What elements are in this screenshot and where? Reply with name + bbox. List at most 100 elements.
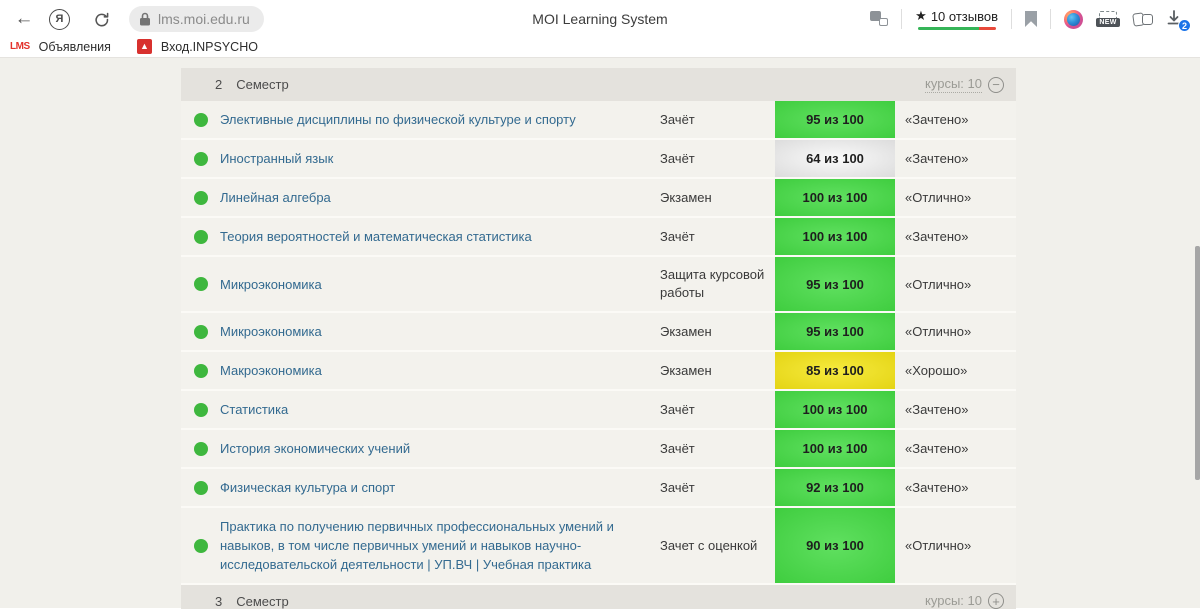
courses-count-link[interactable]: курсы: 10	[925, 593, 982, 609]
back-button[interactable]: ←	[10, 5, 38, 33]
assessment-type: Зачёт	[660, 140, 775, 177]
assessment-type: Зачёт	[660, 218, 775, 255]
status-dot-cell	[181, 391, 220, 428]
course-rows: Элективные дисциплины по физической куль…	[181, 101, 1016, 585]
green-status-icon	[194, 277, 208, 291]
green-status-icon	[194, 442, 208, 456]
status-dot-cell	[181, 469, 220, 506]
bookmark-inpsycho[interactable]: ▲ Вход.INPSYCHO	[137, 39, 258, 54]
courses-count-link[interactable]: курсы: 10	[925, 76, 982, 93]
yandex-logo-icon[interactable]: Я	[49, 9, 70, 30]
assessment-type: Зачет с оценкой	[660, 508, 775, 583]
table-row: Иностранный языкЗачёт64 из 100«Зачтено»	[181, 140, 1016, 179]
assessment-type: Зачёт	[660, 391, 775, 428]
green-status-icon	[194, 403, 208, 417]
semester-title: Семестр	[236, 77, 288, 92]
course-name-cell: Макроэкономика	[220, 352, 660, 389]
table-row: МикроэкономикаЗащита курсовой работы95 и…	[181, 257, 1016, 313]
status-dot-cell	[181, 179, 220, 216]
divider	[1011, 9, 1012, 29]
course-link[interactable]: Макроэкономика	[220, 361, 322, 380]
status-dot-cell	[181, 508, 220, 583]
score-badge: 100 из 100	[775, 391, 895, 428]
table-row: Микроэкономика Экзамен95 из 100«Отлично»	[181, 313, 1016, 352]
course-name-cell: Элективные дисциплины по физической куль…	[220, 101, 660, 138]
semester-number: 3	[215, 594, 222, 609]
score-badge: 95 из 100	[775, 313, 895, 350]
grade-text: «Отлично»	[895, 508, 1016, 583]
score-badge: 85 из 100	[775, 352, 895, 389]
grade-text: «Отлично»	[895, 313, 1016, 350]
collections-icon[interactable]	[1133, 11, 1153, 28]
semester-2-header: 2 Семестр курсы: 10 −	[181, 68, 1016, 101]
grade-text: «Зачтено»	[895, 391, 1016, 428]
grade-text: «Зачтено»	[895, 430, 1016, 467]
green-status-icon	[194, 364, 208, 378]
green-status-icon	[194, 152, 208, 166]
divider	[1050, 9, 1051, 29]
toolbar-right-icons: ★ 10 отзывов NEW 2	[870, 8, 1190, 30]
address-bar[interactable]: lms.moi.edu.ru	[129, 6, 264, 32]
new-feature-icon[interactable]: NEW	[1096, 11, 1120, 27]
green-status-icon	[194, 230, 208, 244]
assessment-type: Зачёт	[660, 469, 775, 506]
grade-text: «Зачтено»	[895, 218, 1016, 255]
course-name-cell: Линейная алгебра	[220, 179, 660, 216]
assessment-type: Экзамен	[660, 313, 775, 350]
course-link[interactable]: Статистика	[220, 400, 288, 419]
course-link[interactable]: История экономических учений	[220, 439, 410, 458]
divider	[901, 9, 902, 29]
course-link[interactable]: Линейная алгебра	[220, 188, 331, 207]
score-badge: 100 из 100	[775, 218, 895, 255]
grade-text: «Отлично»	[895, 179, 1016, 216]
score-badge: 100 из 100	[775, 430, 895, 467]
bookmark-flag-icon[interactable]	[1025, 11, 1037, 27]
page-title: MOI Learning System	[532, 11, 667, 27]
course-name-cell: Микроэкономика	[220, 313, 660, 350]
table-row: Теория вероятностей и математическая ста…	[181, 218, 1016, 257]
new-badge: NEW	[1096, 18, 1119, 27]
course-link[interactable]: Теория вероятностей и математическая ста…	[220, 227, 532, 246]
collapse-semester-icon[interactable]: −	[988, 77, 1004, 93]
course-link[interactable]: Элективные дисциплины по физической куль…	[220, 110, 576, 129]
status-dot-cell	[181, 257, 220, 311]
bookmark-announcements[interactable]: LMS Объявления	[10, 40, 111, 54]
green-status-icon	[194, 113, 208, 127]
table-row: МакроэкономикаЭкзамен85 из 100«Хорошо»	[181, 352, 1016, 391]
course-link[interactable]: Практика по получению первичных професси…	[220, 517, 646, 574]
course-link[interactable]: Микроэкономика	[220, 322, 322, 341]
refresh-button[interactable]	[87, 5, 115, 33]
rating-bar	[918, 27, 996, 30]
course-name-cell: История экономических учений	[220, 430, 660, 467]
semester-3-header: 3 Семестр курсы: 10 +	[181, 585, 1016, 609]
course-link[interactable]: Иностранный язык	[220, 149, 333, 168]
green-status-icon	[194, 191, 208, 205]
grade-text: «Хорошо»	[895, 352, 1016, 389]
status-dot-cell	[181, 352, 220, 389]
page-content: 2 Семестр курсы: 10 − Элективные дисципл…	[0, 58, 1200, 608]
browser-orb-icon[interactable]	[1064, 10, 1083, 29]
status-dot-cell	[181, 218, 220, 255]
expand-semester-icon[interactable]: +	[988, 593, 1004, 609]
table-row: Статистика Зачёт100 из 100«Зачтено»	[181, 391, 1016, 430]
bookmark-label: Вход.INPSYCHO	[161, 40, 258, 54]
course-link[interactable]: Микроэкономика	[220, 275, 322, 294]
protect-icon[interactable]	[870, 11, 888, 27]
bookmarks-bar: LMS Объявления ▲ Вход.INPSYCHO	[0, 38, 1200, 58]
grade-text: «Зачтено»	[895, 469, 1016, 506]
downloads-button[interactable]: 2	[1166, 10, 1186, 28]
status-dot-cell	[181, 140, 220, 177]
scrollbar-thumb[interactable]	[1195, 246, 1200, 480]
course-name-cell: Иностранный язык	[220, 140, 660, 177]
course-name-cell: Микроэкономика	[220, 257, 660, 311]
table-row: История экономических ученийЗачёт100 из …	[181, 430, 1016, 469]
table-row: Физическая культура и спортЗачёт92 из 10…	[181, 469, 1016, 508]
grade-text: «Зачтено»	[895, 140, 1016, 177]
course-name-cell: Статистика	[220, 391, 660, 428]
course-link[interactable]: Физическая культура и спорт	[220, 478, 395, 497]
site-rating[interactable]: ★ 10 отзывов	[915, 8, 998, 30]
status-dot-cell	[181, 313, 220, 350]
lms-favicon: LMS	[10, 41, 30, 52]
star-icon: ★	[915, 8, 927, 24]
score-badge: 90 из 100	[775, 508, 895, 583]
